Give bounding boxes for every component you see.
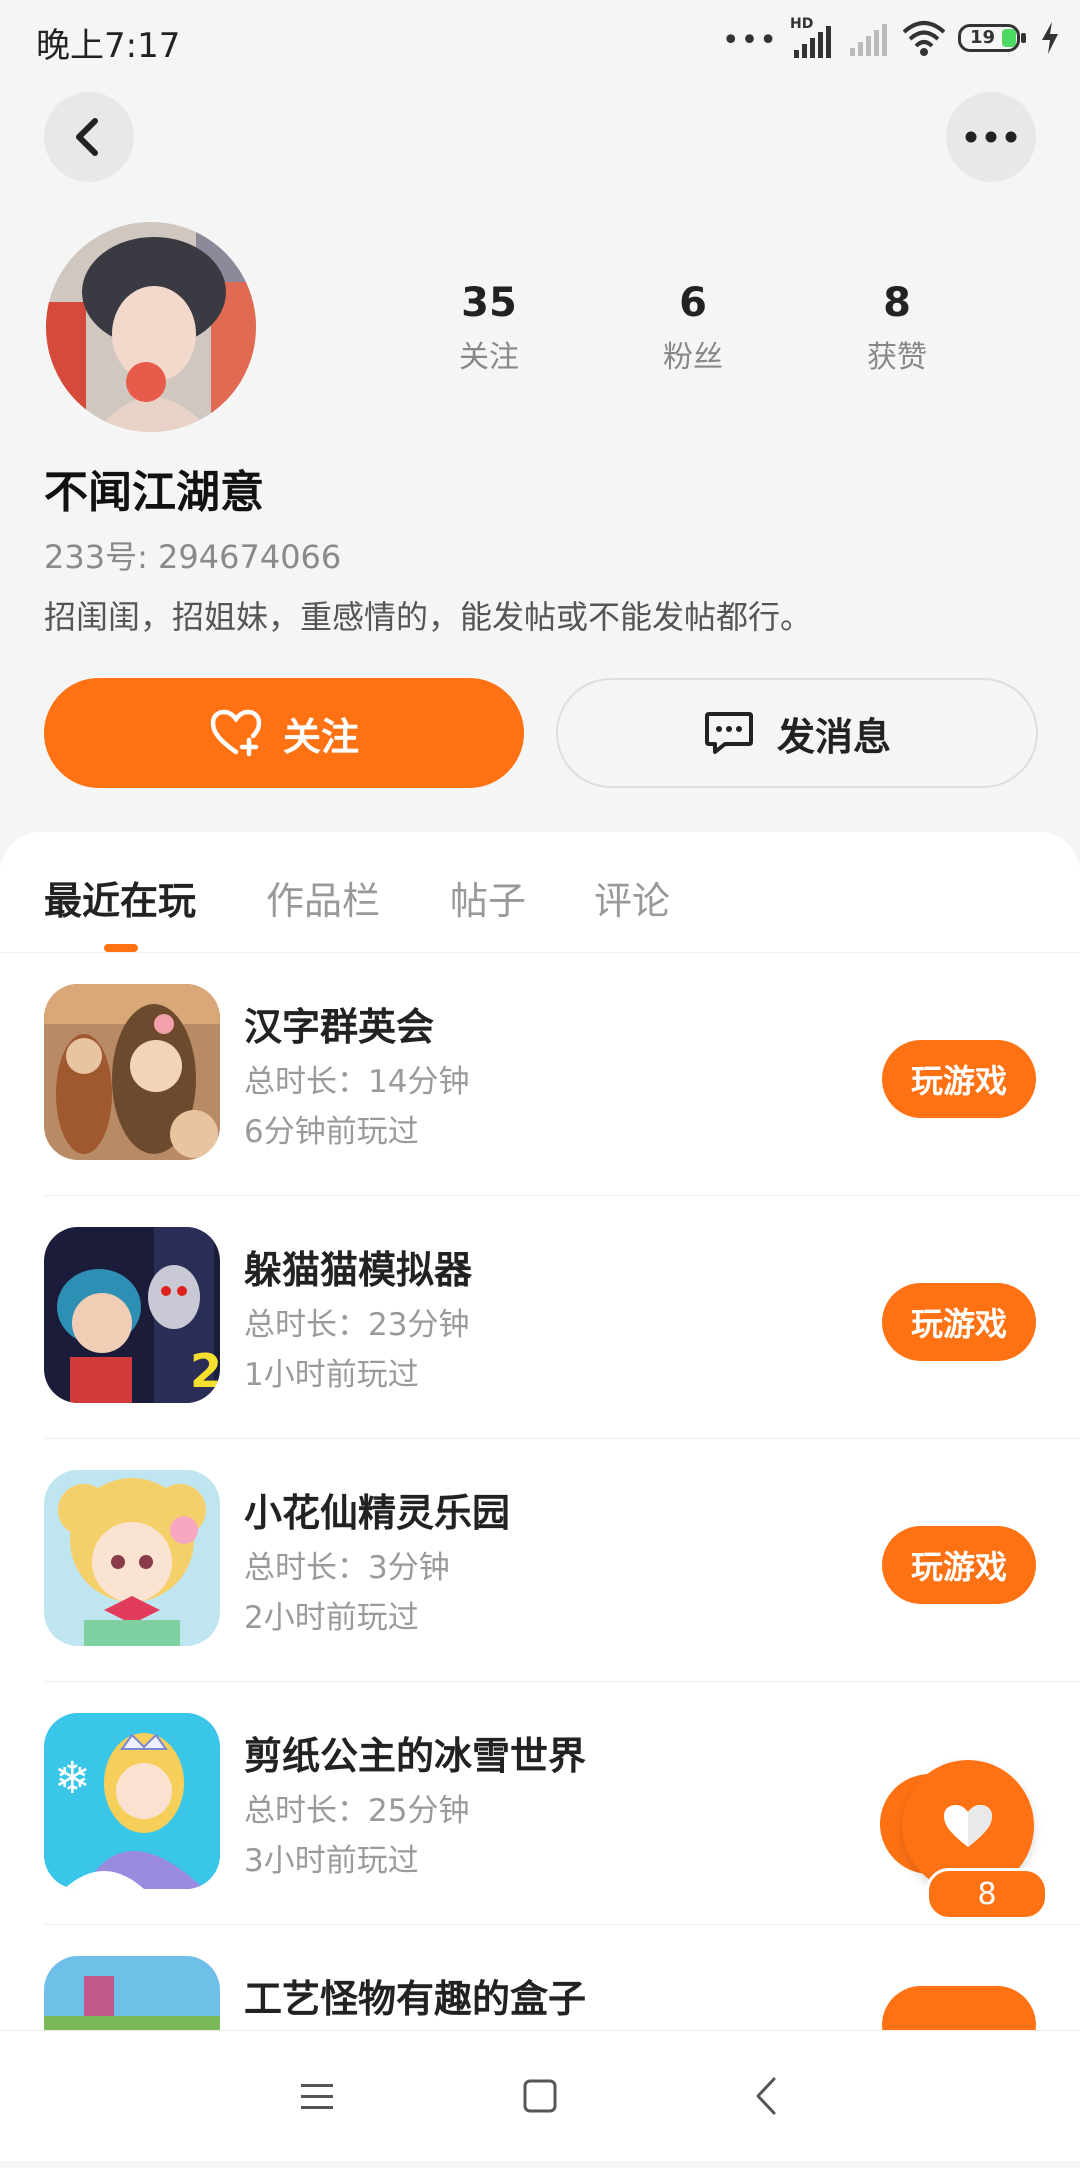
game-title: 小花仙精灵乐园 [244, 1491, 511, 1535]
signal-icon: HD [790, 16, 836, 60]
message-button[interactable]: 发消息 [556, 678, 1038, 788]
divider [44, 1681, 1080, 1682]
game-duration: 总时长：25分钟 [244, 1793, 470, 1829]
user-id: 233号: 294674066 [44, 538, 342, 576]
stat-following-value: 35 [461, 280, 517, 326]
play-game-button[interactable]: 玩游戏 [882, 1040, 1036, 1118]
game-last-played: 2小时前玩过 [244, 1600, 419, 1636]
username: 不闻江湖意 [44, 467, 264, 518]
game-duration: 总时长：14分钟 [244, 1064, 470, 1100]
menu-icon[interactable] [300, 2081, 334, 2117]
game-duration: 总时长：3分钟 [244, 1550, 450, 1586]
game-last-played: 3小时前玩过 [244, 1843, 419, 1879]
back-triangle-icon[interactable] [754, 2077, 778, 2119]
game-duration: 总时长：23分钟 [244, 1307, 470, 1343]
divider [44, 1438, 1080, 1439]
stat-likes-label: 获赞 [867, 340, 927, 375]
tab-recently-played[interactable]: 最近在玩 [44, 870, 196, 925]
message-button-label: 发消息 [776, 714, 891, 759]
status-icons: ••• HD 19 [722, 16, 1060, 64]
stat-likes[interactable]: 8 获赞 [827, 280, 967, 376]
tab-bar: 最近在玩 作品栏 帖子 评论 [0, 832, 1080, 953]
status-time: 晚上7:17 [36, 26, 181, 66]
stat-following-label: 关注 [459, 340, 519, 375]
game-row[interactable]: 汉字群英会 总时长：14分钟 6分钟前玩过 玩游戏 [0, 954, 1080, 1196]
game-icon: ❄ [44, 1713, 220, 1889]
game-row[interactable]: 小花仙精灵乐园 总时长：3分钟 2小时前玩过 玩游戏 [0, 1440, 1080, 1682]
signal-weak-icon [848, 18, 890, 62]
game-icon [44, 1470, 220, 1646]
game-last-played: 1小时前玩过 [244, 1357, 419, 1393]
heart-plus-icon [210, 709, 262, 757]
status-bar: 晚上7:17 ••• HD 19 [0, 0, 1080, 80]
game-title: 剪纸公主的冰雪世界 [244, 1734, 587, 1778]
stat-likes-value: 8 [883, 280, 911, 326]
avatar[interactable] [46, 222, 256, 432]
user-bio: 招闺闺，招姐妹，重感情的，能发帖或不能发帖都行。 [44, 598, 813, 636]
stat-fans[interactable]: 6 粉丝 [623, 280, 763, 376]
tab-posts[interactable]: 帖子 [450, 870, 526, 925]
follow-button[interactable]: 关注 [44, 678, 524, 788]
chat-bubble-icon [704, 712, 753, 754]
system-navigation-bar [0, 2030, 1080, 2161]
stat-following[interactable]: 35 关注 [419, 280, 559, 376]
like-count-badge: 8 [926, 1868, 1048, 1920]
game-title: 汉字群英会 [244, 1005, 435, 1049]
battery-icon: 19 [958, 24, 1028, 56]
game-title: 工艺怪物有趣的盒子 [244, 1977, 587, 2021]
tab-works[interactable]: 作品栏 [266, 870, 380, 925]
game-icon: 2 [44, 1227, 220, 1403]
more-horizontal-icon [965, 131, 1017, 143]
divider [44, 1924, 1080, 1925]
stat-fans-label: 粉丝 [663, 340, 723, 375]
follow-button-label: 关注 [282, 714, 359, 759]
active-tab-indicator [104, 944, 138, 952]
more-dots-icon: ••• [721, 22, 778, 58]
chevron-left-icon [76, 118, 98, 156]
play-game-button[interactable]: 玩游戏 [882, 1526, 1036, 1604]
game-title: 躲猫猫模拟器 [244, 1248, 473, 1292]
stat-fans-value: 6 [679, 280, 707, 326]
svg-text:❄: ❄ [54, 1753, 91, 1804]
svg-text:2: 2 [190, 1344, 220, 1398]
game-last-played: 6分钟前玩过 [244, 1114, 419, 1150]
game-icon [44, 984, 220, 1160]
more-options-button[interactable] [946, 92, 1036, 182]
game-row[interactable]: 2 躲猫猫模拟器 总时长：23分钟 1小时前玩过 玩游戏 [0, 1197, 1080, 1439]
divider [44, 1195, 1080, 1196]
wifi-icon [902, 20, 946, 60]
home-square-icon[interactable] [523, 2079, 557, 2117]
tab-comments[interactable]: 评论 [594, 870, 670, 925]
back-button[interactable] [44, 92, 134, 182]
heart-icon [944, 1805, 992, 1847]
avatar-illustration [46, 222, 256, 432]
play-game-button[interactable]: 玩游戏 [882, 1283, 1036, 1361]
charging-icon [1040, 22, 1060, 58]
